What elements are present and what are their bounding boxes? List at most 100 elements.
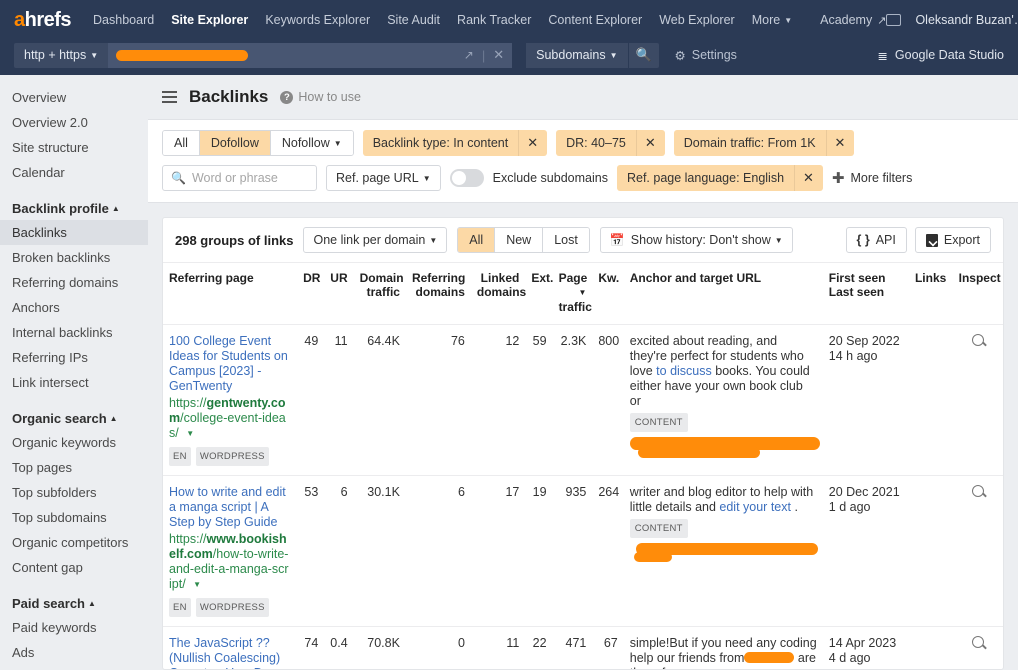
inspect-magnifier-icon[interactable] [971, 485, 984, 498]
segment-dofollow[interactable]: Dofollow [199, 131, 271, 155]
chevron-down-icon[interactable]: ▼ [186, 426, 194, 441]
referring-page-url[interactable]: https://gentwenty.com/college-event-idea… [169, 396, 291, 441]
chevron-down-icon[interactable]: ▼ [193, 577, 201, 592]
nav-item-content-explorer[interactable]: Content Explorer [548, 13, 642, 27]
anchor-link[interactable]: edit your text [719, 500, 791, 514]
cell-linked-domains[interactable]: 12 [470, 324, 526, 477]
inspect-magnifier-icon[interactable] [971, 636, 984, 649]
cell-inspect[interactable] [952, 626, 1003, 669]
scope-select-subdomains[interactable]: Subdomains ▼ [526, 42, 628, 68]
sidebar-item-organic-keywords[interactable]: Organic keywords [0, 430, 148, 455]
sidebar-group-organic-search[interactable]: Organic search ▲ [0, 404, 148, 430]
sidebar-item-site-structure[interactable]: Site structure [0, 135, 148, 160]
cell-kw[interactable]: 264 [592, 475, 624, 628]
sidebar-item-overview-2[interactable]: Overview 2.0 [0, 110, 148, 135]
search-input[interactable] [191, 171, 308, 185]
col-ext[interactable]: Ext. [525, 263, 553, 325]
protocol-select[interactable]: http + https ▼ [14, 42, 109, 68]
filter-chip-ref-page-language[interactable]: Ref. page language: English ✕ [616, 165, 823, 191]
open-external-icon[interactable]: ↗ [464, 48, 474, 62]
api-button[interactable]: { } API [845, 227, 907, 253]
sidebar-item-referring-ips[interactable]: Referring IPs [0, 345, 148, 370]
sidebar-item-top-pages[interactable]: Top pages [0, 455, 148, 480]
search-button[interactable]: 🔍 [628, 42, 659, 68]
cell-inspect[interactable] [952, 475, 1003, 628]
sidebar-item-broken-backlinks[interactable]: Broken backlinks [0, 245, 148, 270]
sidebar-item-organic-competitors[interactable]: Organic competitors [0, 530, 148, 555]
filter-chip-backlink-type[interactable]: Backlink type: In content ✕ [362, 130, 548, 156]
referring-page-title[interactable]: How to write and edit a manga script | A… [169, 485, 291, 530]
cell-ext[interactable]: 22 [525, 626, 553, 669]
sidebar-item-calendar[interactable]: Calendar [0, 160, 148, 185]
cell-kw[interactable]: 800 [592, 324, 624, 477]
remove-filter-icon[interactable]: ✕ [636, 130, 665, 156]
cell-referring-domains[interactable]: 6 [405, 475, 471, 628]
sidebar-item-internal-backlinks[interactable]: Internal backlinks [0, 320, 148, 345]
segment-all-links[interactable]: All [458, 228, 496, 252]
sidebar-item-link-intersect[interactable]: Link intersect [0, 370, 148, 395]
sidebar-group-backlink-profile[interactable]: Backlink profile ▲ [0, 194, 148, 220]
col-referring-page[interactable]: Referring page [163, 263, 298, 325]
google-data-studio-link[interactable]: ≣ Google Data Studio [877, 48, 1004, 63]
keyword-search-field[interactable]: 🔍 [162, 165, 317, 191]
table-scroll-area[interactable]: Referring page DR UR Domain traffic Refer… [163, 263, 1003, 669]
anchor-link[interactable]: to discuss [656, 364, 712, 378]
nav-item-academy[interactable]: Academy ↗ [820, 13, 886, 27]
user-menu[interactable]: Oleksandr Buzan'…▼ [915, 13, 1018, 27]
cell-kw[interactable]: 67 [592, 626, 624, 669]
cell-ext[interactable]: 19 [525, 475, 553, 628]
sidebar-item-overview[interactable]: Overview [0, 85, 148, 110]
col-page-traffic[interactable]: Page ▼ traffic [552, 263, 593, 325]
more-filters-button[interactable]: ✚ More filters [832, 171, 912, 186]
referring-page-title[interactable]: 100 College Event Ideas for Students on … [169, 334, 291, 394]
col-links[interactable]: Links [908, 263, 953, 325]
nav-item-keywords-explorer[interactable]: Keywords Explorer [265, 13, 370, 27]
remove-filter-icon[interactable]: ✕ [794, 165, 823, 191]
settings-link[interactable]: ⚙ Settings [675, 48, 737, 63]
nav-item-rank-tracker[interactable]: Rank Tracker [457, 13, 531, 27]
cell-linked-domains[interactable]: 11 [470, 626, 526, 669]
sidebar-item-top-subdomains[interactable]: Top subdomains [0, 505, 148, 530]
nav-item-site-explorer[interactable]: Site Explorer [171, 13, 248, 27]
col-inspect[interactable]: Inspect [952, 263, 1003, 325]
col-anchor-and-target-url[interactable]: Anchor and target URL [623, 263, 823, 325]
target-url[interactable] [630, 541, 818, 567]
sidebar-item-anchors[interactable]: Anchors [0, 295, 148, 320]
cell-linked-domains[interactable]: 17 [470, 475, 526, 628]
col-linked-domains[interactable]: Linked domains [470, 263, 526, 325]
table-row[interactable]: 100 College Event Ideas for Students on … [163, 324, 1003, 477]
table-row[interactable]: The JavaScript ?? (Nullish Coalescing) O… [163, 626, 1003, 669]
exclude-subdomains-toggle[interactable] [449, 169, 484, 187]
sidebar-item-ads[interactable]: Ads [0, 640, 148, 665]
filter-chip-domain-traffic[interactable]: Domain traffic: From 1K ✕ [673, 130, 855, 156]
referring-page-url[interactable]: https://www.bookishelf.com/how-to-write-… [169, 532, 291, 592]
referring-page-title[interactable]: The JavaScript ?? (Nullish Coalescing) O… [169, 636, 291, 669]
grouping-select[interactable]: One link per domain ▼ [303, 227, 448, 253]
sidebar-item-paid-keywords[interactable]: Paid keywords [0, 615, 148, 640]
target-url-input[interactable]: ↗ | ✕ [108, 42, 513, 68]
col-first-last-seen[interactable]: First seen Last seen [822, 263, 909, 325]
nav-item-web-explorer[interactable]: Web Explorer [659, 13, 735, 27]
sidebar-item-top-subfolders[interactable]: Top subfolders [0, 480, 148, 505]
col-dr[interactable]: DR [297, 263, 325, 325]
sidebar-item-content-gap[interactable]: Content gap [0, 555, 148, 580]
col-ur[interactable]: UR [324, 263, 354, 325]
nav-item-more[interactable]: More ▼ [752, 13, 792, 27]
ahrefs-logo[interactable]: ahrefs [14, 10, 72, 30]
sidebar-item-paid-pages[interactable]: Paid pages [0, 665, 148, 670]
remove-filter-icon[interactable]: ✕ [826, 130, 855, 156]
sidebar-item-backlinks[interactable]: Backlinks [0, 220, 148, 245]
segment-all[interactable]: All [163, 131, 200, 155]
nav-item-site-audit[interactable]: Site Audit [387, 13, 440, 27]
sidebar-item-referring-domains[interactable]: Referring domains [0, 270, 148, 295]
target-url[interactable] [629, 435, 820, 463]
table-row[interactable]: How to write and edit a manga script | A… [163, 475, 1003, 628]
search-scope-select[interactable]: Ref. page URL ▼ [326, 165, 441, 191]
cell-referring-domains[interactable]: 76 [405, 324, 471, 477]
cell-inspect[interactable] [952, 324, 1003, 477]
how-to-use-link[interactable]: ? How to use [280, 90, 361, 104]
col-domain-traffic[interactable]: Domain traffic [353, 263, 406, 325]
cell-ext[interactable]: 59 [525, 324, 553, 477]
remove-filter-icon[interactable]: ✕ [518, 130, 547, 156]
segment-nofollow[interactable]: Nofollow ▼ [270, 131, 353, 155]
